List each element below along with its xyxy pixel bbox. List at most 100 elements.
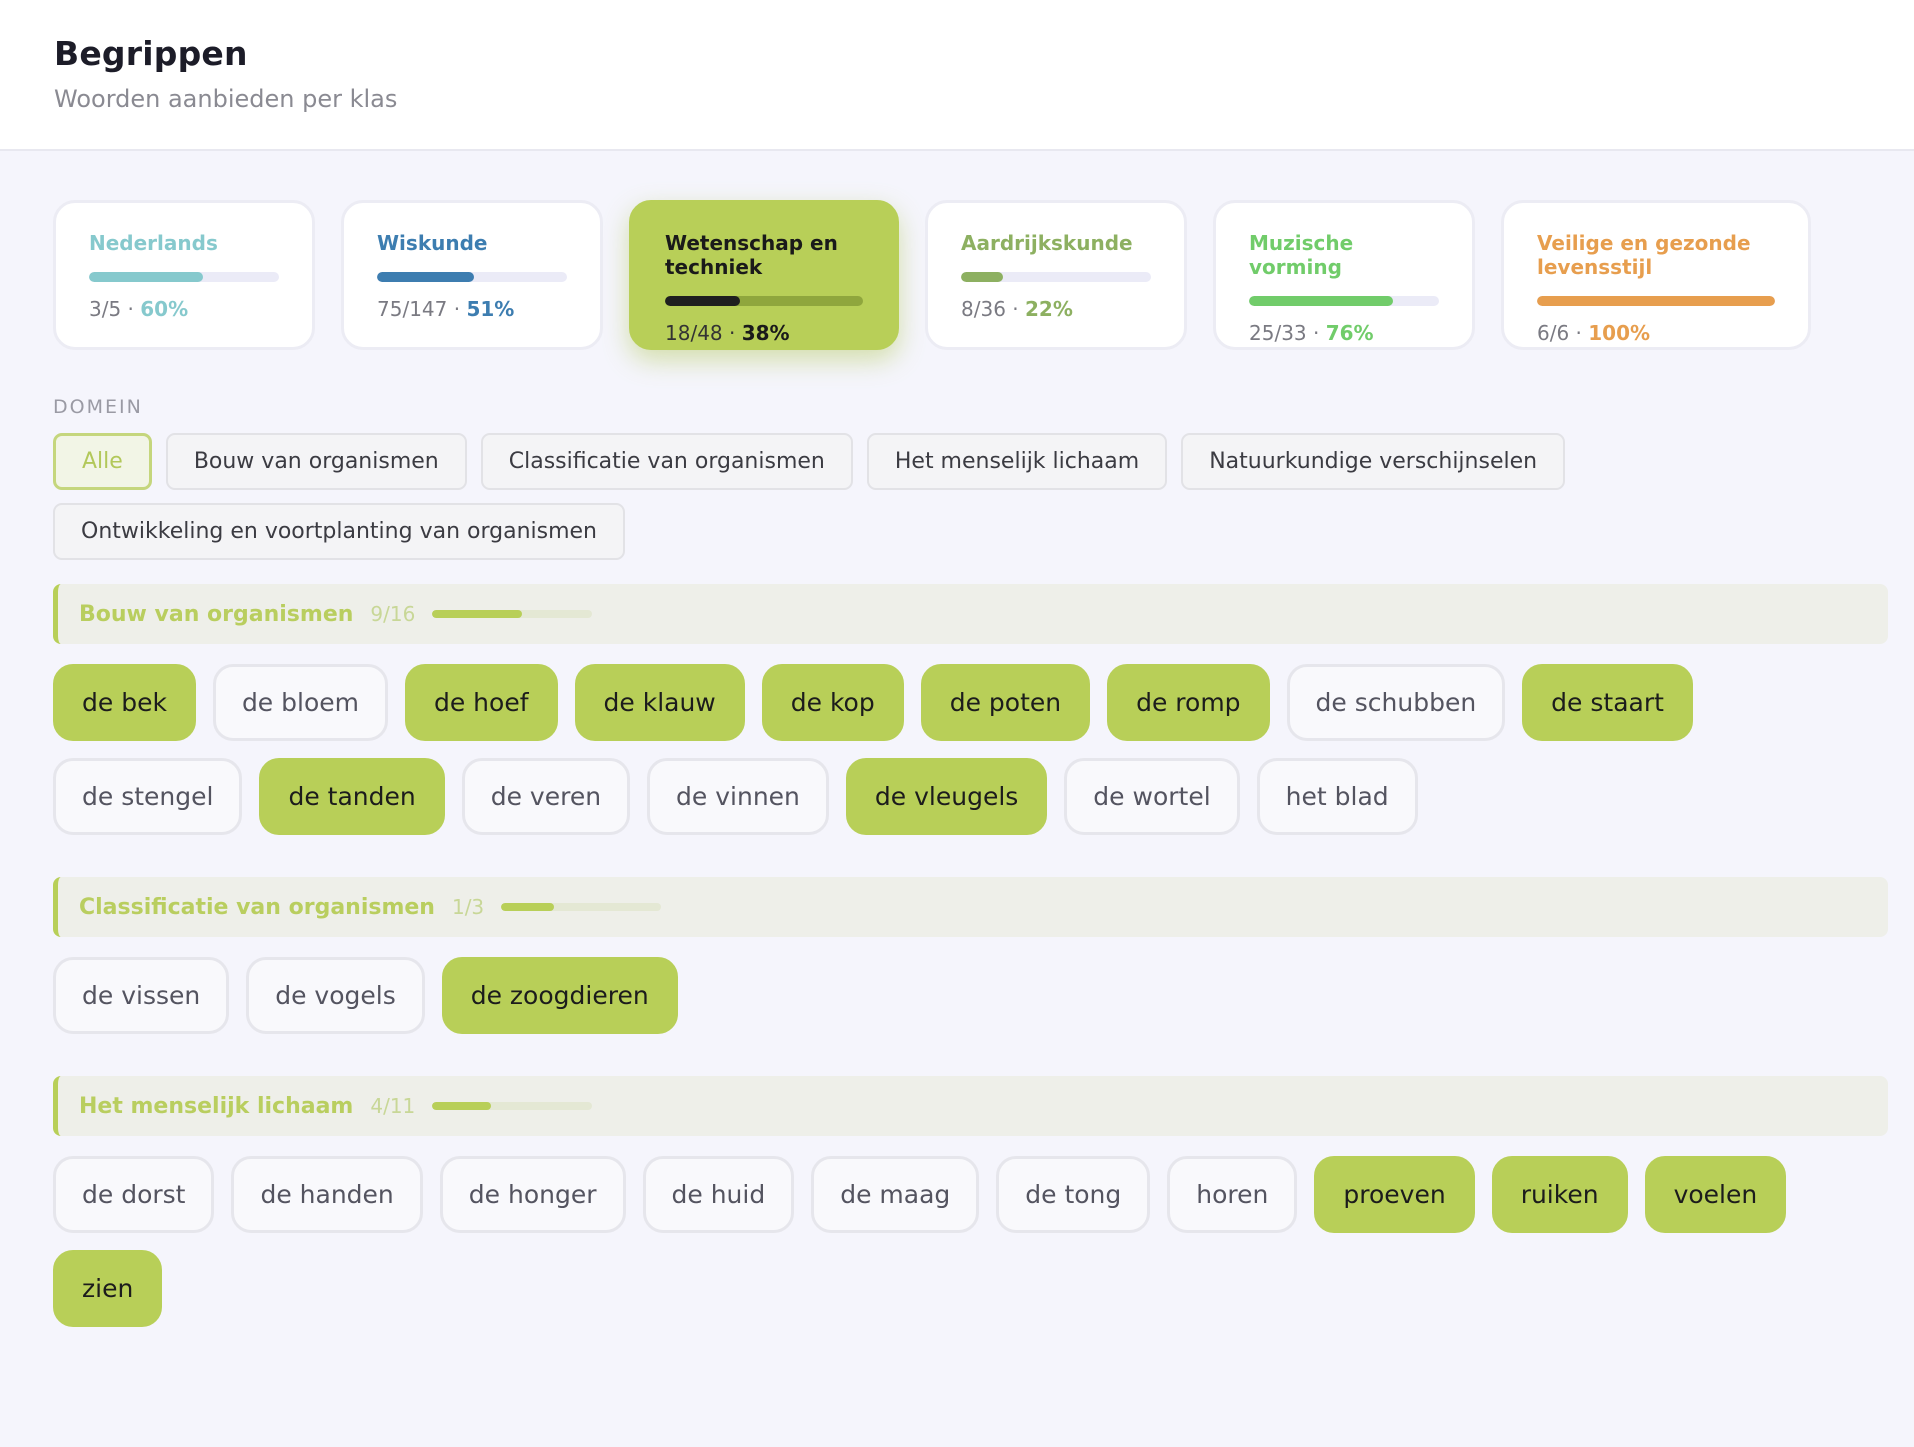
subject-card-muzische-vorming[interactable]: Muzische vorming 25/33 · 76% (1213, 200, 1475, 350)
group-progress-fill (501, 903, 555, 911)
word-chip-het-blad[interactable]: het blad (1256, 758, 1418, 835)
subject-stats: 25/33 · 76% (1249, 321, 1439, 345)
word-chip-de-bloem[interactable]: de bloem (212, 664, 388, 741)
domain-chip-natuurkundige-verschijnselen[interactable]: Natuurkundige verschijnselen (1181, 433, 1566, 490)
subject-name: Nederlands (89, 231, 218, 255)
word-chip-de-tanden[interactable]: de tanden (259, 758, 445, 835)
subject-progress-bar (377, 272, 567, 282)
domain-chip-classificatie-van-organismen[interactable]: Classificatie van organismen (480, 433, 853, 490)
subject-card-wetenschap-en-techniek[interactable]: Wetenschap en techniek 18/48 · 38% (629, 200, 899, 350)
subject-progress-bar (1249, 296, 1439, 306)
subject-percentage: 60% (140, 297, 189, 321)
subject-stats: 6/6 · 100% (1537, 321, 1775, 345)
domain-filter: Alle Bouw van organismen Classificatie van… (53, 433, 1913, 560)
subject-progress-bar (665, 296, 863, 306)
subject-name: Veilige en gezonde levensstijl (1537, 231, 1751, 279)
word-chip-horen[interactable]: horen (1167, 1156, 1298, 1233)
group-progress-bar (432, 610, 593, 618)
separator-dot: · (729, 321, 736, 345)
word-chip-ruiken[interactable]: ruiken (1491, 1156, 1628, 1233)
subject-name: Wiskunde (377, 231, 488, 255)
subject-progress-fill (377, 272, 474, 282)
group-bouw-van-organismen: Bouw van organismen 9/16 de bek de bloem de … (53, 584, 1888, 835)
subject-count: 18/48 (665, 321, 723, 345)
word-chip-de-schubben[interactable]: de schubben (1286, 664, 1506, 741)
page-subtitle: Woorden aanbieden per klas (54, 85, 398, 113)
word-chip-de-kop[interactable]: de kop (761, 664, 904, 741)
subject-percentage: 22% (1025, 297, 1073, 321)
word-chip-de-stengel[interactable]: de stengel (53, 758, 243, 835)
group-count: 1/3 (451, 895, 485, 919)
word-chip-de-honger[interactable]: de honger (439, 1156, 626, 1233)
separator-dot: · (1575, 321, 1582, 345)
word-chip-proeven[interactable]: proeven (1314, 1156, 1475, 1233)
word-chip-de-wortel[interactable]: de wortel (1064, 758, 1240, 835)
subject-stats: 75/147 · 51% (377, 297, 567, 321)
subject-stats: 3/5 · 60% (89, 297, 279, 321)
subject-card-wiskunde[interactable]: Wiskunde 75/147 · 51% (341, 200, 603, 350)
group-count: 9/16 (370, 602, 416, 626)
word-chip-de-vleugels[interactable]: de vleugels (845, 758, 1048, 835)
subject-name: Aardrijkskunde (961, 231, 1133, 255)
word-chip-de-staart[interactable]: de staart (1522, 664, 1693, 741)
subject-progress-fill (1537, 296, 1775, 306)
group-classificatie-van-organismen: Classificatie van organismen 1/3 de vissen… (53, 877, 1888, 1034)
word-chip-de-klauw[interactable]: de klauw (574, 664, 745, 741)
group-title: Classificatie van organismen (79, 894, 435, 920)
subject-stats: 8/36 · 22% (961, 297, 1151, 321)
separator-dot: · (1012, 297, 1019, 321)
word-chip-de-zoogdieren[interactable]: de zoogdieren (441, 957, 678, 1034)
domain-chip-ontwikkeling-en-voortplanting-van-organismen[interactable]: Ontwikkeling en voortplanting van organi… (53, 503, 626, 560)
separator-dot: · (453, 297, 461, 321)
word-chip-de-vissen[interactable]: de vissen (53, 957, 230, 1034)
subject-count: 25/33 (1249, 321, 1307, 345)
word-chip-de-huid[interactable]: de huid (642, 1156, 795, 1233)
word-chip-de-tong[interactable]: de tong (996, 1156, 1151, 1233)
word-chip-de-handen[interactable]: de handen (231, 1156, 423, 1233)
word-chip-de-veren[interactable]: de veren (461, 758, 631, 835)
subject-cards: Nederlands 3/5 · 60% Wiskunde 75/147 · 51% W… (53, 200, 1833, 350)
subject-count: 8/36 (961, 297, 1006, 321)
subject-progress-fill (89, 272, 203, 282)
word-chip-de-vogels[interactable]: de vogels (246, 957, 425, 1034)
subject-name: Muzische vorming (1249, 231, 1354, 279)
subject-progress-bar (89, 272, 279, 282)
domain-chip-het-menselijk-lichaam[interactable]: Het menselijk lichaam (866, 433, 1168, 490)
main-content: Nederlands 3/5 · 60% Wiskunde 75/147 · 51% W… (0, 151, 1914, 1327)
word-list: de bek de bloem de hoef de klauw de kop de po… (53, 664, 1888, 835)
group-title: Het menselijk lichaam (79, 1093, 354, 1119)
word-chip-de-hoef[interactable]: de hoef (404, 664, 558, 741)
word-chip-de-maag[interactable]: de maag (811, 1156, 980, 1233)
group-progress-fill (432, 1102, 491, 1110)
subject-percentage: 100% (1588, 321, 1651, 345)
group-header[interactable]: Bouw van organismen 9/16 (53, 584, 1888, 644)
group-het-menselijk-lichaam: Het menselijk lichaam 4/11 de dorst de hand… (53, 1076, 1888, 1327)
word-chip-de-bek[interactable]: de bek (53, 664, 196, 741)
group-header[interactable]: Classificatie van organismen 1/3 (53, 877, 1888, 937)
subject-percentage: 76% (1325, 321, 1374, 345)
subject-card-aardrijkskunde[interactable]: Aardrijkskunde 8/36 · 22% (925, 200, 1187, 350)
subject-progress-bar (961, 272, 1151, 282)
group-count: 4/11 (370, 1094, 416, 1118)
group-progress-bar (501, 903, 662, 911)
word-chip-de-romp[interactable]: de romp (1107, 664, 1270, 741)
word-chip-de-dorst[interactable]: de dorst (53, 1156, 215, 1233)
group-header[interactable]: Het menselijk lichaam 4/11 (53, 1076, 1888, 1136)
subject-stats: 18/48 · 38% (665, 321, 863, 345)
word-chip-voelen[interactable]: voelen (1644, 1156, 1787, 1233)
word-chip-de-vinnen[interactable]: de vinnen (647, 758, 829, 835)
separator-dot: · (127, 297, 134, 321)
subject-percentage: 51% (466, 297, 515, 321)
group-progress-bar (432, 1102, 593, 1110)
word-list: de vissen de vogels de zoogdieren (53, 957, 1888, 1034)
subject-progress-fill (1249, 296, 1394, 306)
subject-card-veilige-en-gezonde-levensstijl[interactable]: Veilige en gezonde levensstijl 6/6 · 100% (1501, 200, 1811, 350)
subject-percentage: 38% (741, 321, 790, 345)
subject-card-nederlands[interactable]: Nederlands 3/5 · 60% (53, 200, 315, 350)
word-chip-zien[interactable]: zien (53, 1250, 163, 1327)
domain-chip-bouw-van-organismen[interactable]: Bouw van organismen (165, 433, 467, 490)
group-progress-fill (432, 610, 523, 618)
domain-chip-alle[interactable]: Alle (53, 433, 152, 490)
separator-dot: · (1313, 321, 1320, 345)
word-chip-de-poten[interactable]: de poten (920, 664, 1091, 741)
